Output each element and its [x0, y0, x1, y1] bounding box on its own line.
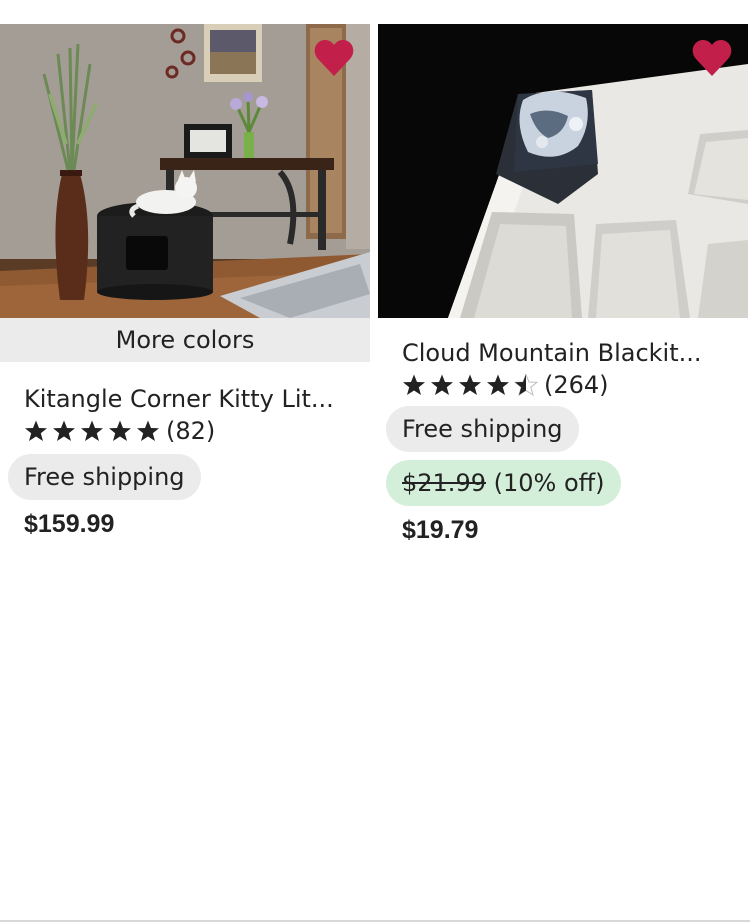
- listing-title[interactable]: Kitangle Corner Kitty Lit...: [0, 384, 354, 414]
- listing-price: $159.99: [24, 510, 115, 538]
- star-rating: [402, 373, 542, 397]
- original-price: $21.99: [402, 469, 486, 497]
- star-full-icon: [25, 420, 47, 441]
- free-shipping-badge: Free shipping: [386, 406, 579, 452]
- listing-price: $19.79: [402, 516, 479, 544]
- star-full-icon: [109, 420, 131, 441]
- rating-count: (264): [544, 371, 609, 399]
- star-rating: [24, 419, 164, 443]
- favorite-heart-icon[interactable]: [690, 36, 734, 80]
- listing-card[interactable]: Cloud Mountain Blackit... (264) Free shi…: [378, 24, 748, 545]
- listing-image[interactable]: [378, 24, 748, 318]
- listing-grid: More colors Kitangle Corner Kitty Lit...…: [0, 0, 750, 922]
- star-full-icon: [459, 374, 481, 395]
- star-full-icon: [81, 420, 103, 441]
- listing-title[interactable]: Cloud Mountain Blackit...: [378, 338, 732, 368]
- star-full-icon: [487, 374, 509, 395]
- listing-image[interactable]: [0, 24, 370, 318]
- listing-card[interactable]: More colors Kitangle Corner Kitty Lit...…: [0, 24, 370, 539]
- favorite-heart-icon[interactable]: [312, 36, 356, 80]
- rating-count: (82): [166, 417, 216, 445]
- discount-label: (10% off): [493, 469, 605, 497]
- star-half-icon: [514, 373, 538, 397]
- listing-rating: (82): [0, 416, 370, 446]
- star-full-icon: [431, 374, 453, 395]
- more-colors-badge: More colors: [0, 318, 370, 362]
- listing-rating: (264): [378, 370, 748, 400]
- star-full-icon: [53, 420, 75, 441]
- sale-badge: $21.99 (10% off): [386, 460, 621, 506]
- star-full-icon: [137, 420, 159, 441]
- free-shipping-badge: Free shipping: [8, 454, 201, 500]
- star-full-icon: [403, 374, 425, 395]
